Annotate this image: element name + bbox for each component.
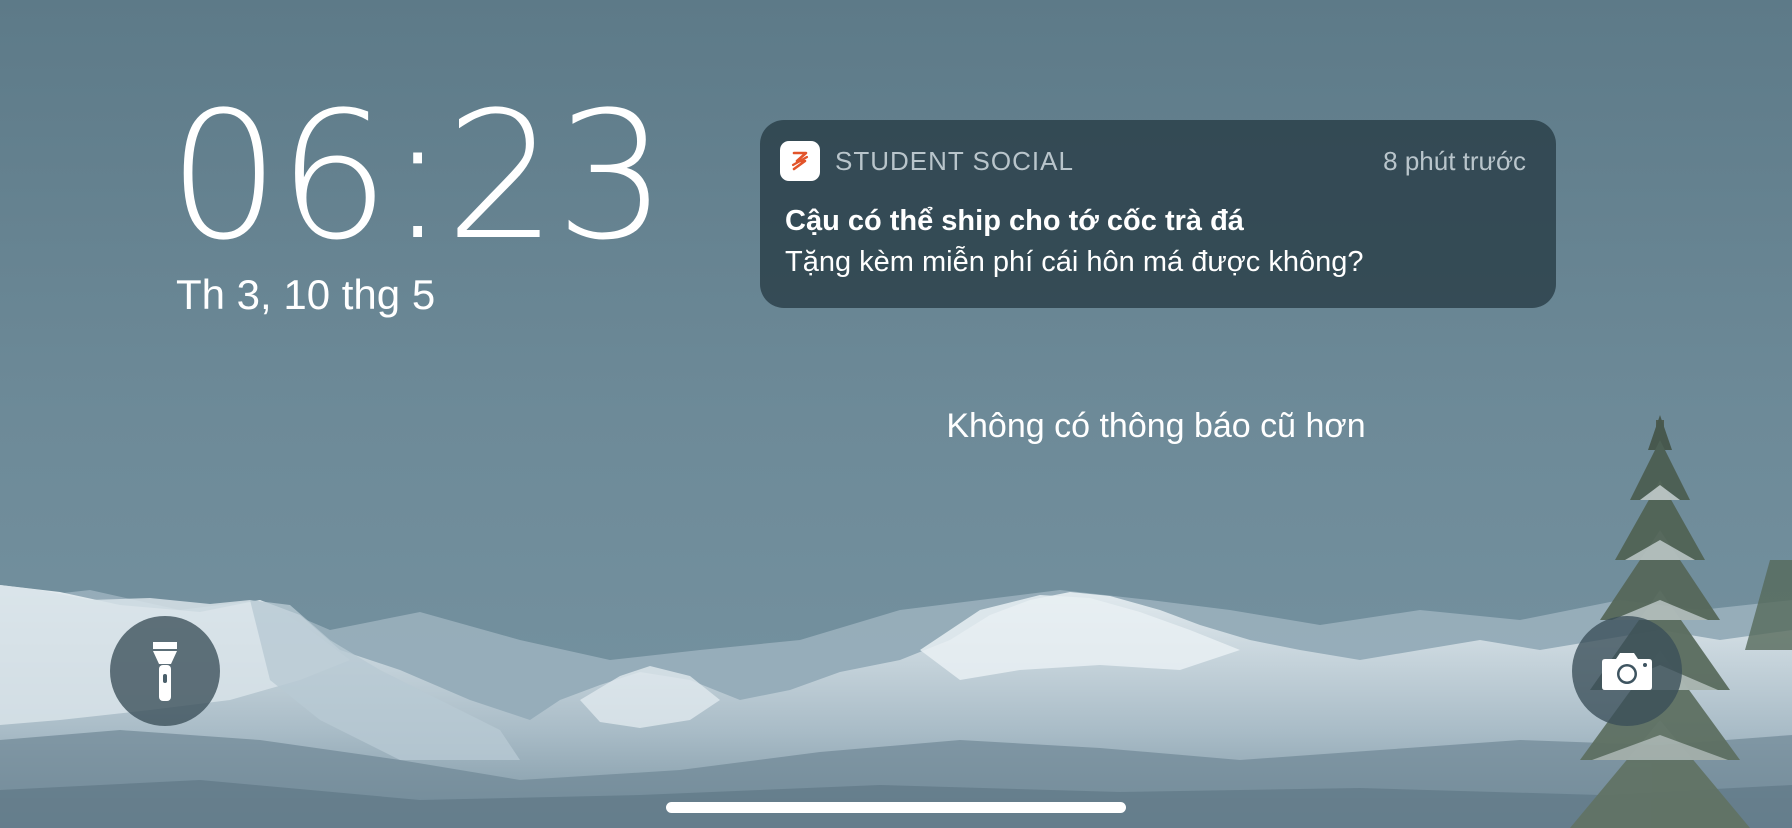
no-older-notifications-text: Không có thông báo cũ hơn: [946, 407, 1366, 445]
camera-icon: [1602, 653, 1652, 690]
lock-screen-time: 06:23: [168, 74, 667, 279]
home-indicator[interactable]: [666, 802, 1126, 813]
student-social-app-icon: [780, 141, 820, 181]
notification-title: Cậu có thể ship cho tớ cốc trà đá: [785, 205, 1244, 237]
flashlight-icon: [153, 642, 177, 701]
lock-screen-date: Th 3, 10 thg 5: [176, 271, 436, 318]
flashlight-button[interactable]: [110, 616, 220, 726]
notification-body: Tặng kèm miễn phí cái hôn má được không?: [785, 246, 1364, 278]
student-social-logo-icon: [791, 151, 809, 171]
notification-card[interactable]: STUDENT SOCIAL 8 phút trước Cậu có thể s…: [760, 120, 1556, 308]
notification-timestamp: 8 phút trước: [1383, 146, 1526, 176]
camera-button[interactable]: [1572, 616, 1682, 726]
notification-app-name: STUDENT SOCIAL: [835, 146, 1074, 176]
